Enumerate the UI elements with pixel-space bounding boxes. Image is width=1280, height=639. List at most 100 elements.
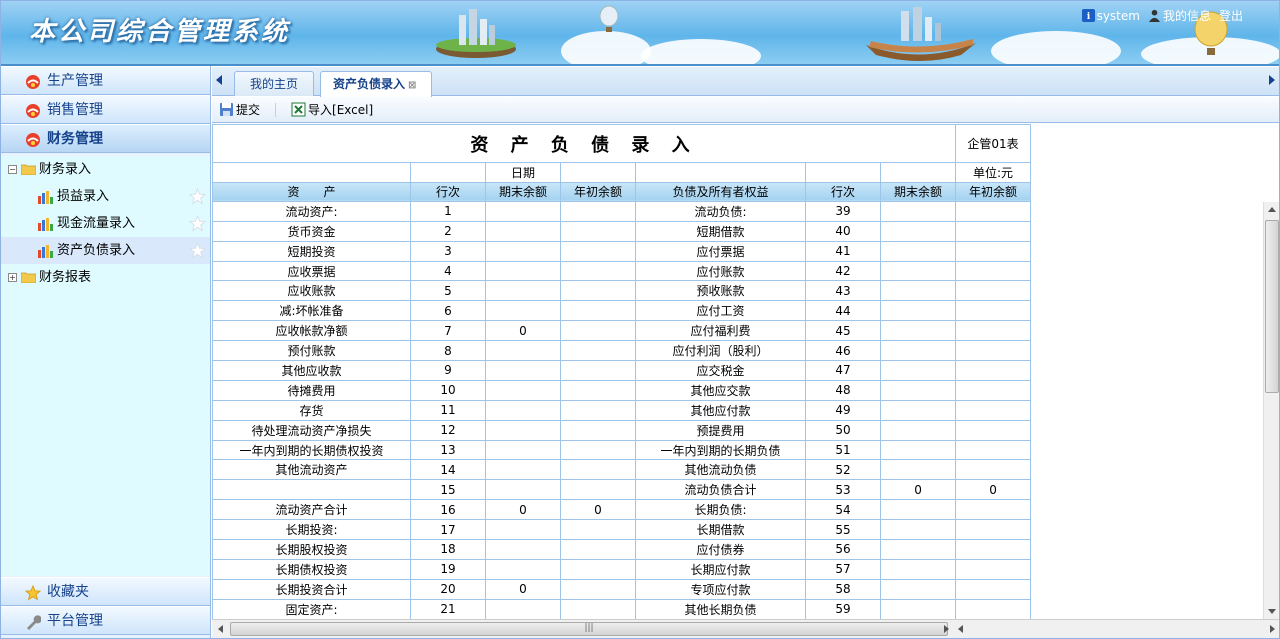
amount-input-cell[interactable] <box>879 280 957 302</box>
amount-input-cell[interactable] <box>955 399 1032 421</box>
my-info-link[interactable]: 我的信息 <box>1148 7 1211 24</box>
amount-input-cell[interactable] <box>879 558 957 580</box>
amount-input-cell[interactable]: 0 <box>560 499 636 521</box>
amount-input-cell[interactable] <box>560 220 636 242</box>
amount-input-cell[interactable] <box>879 200 957 222</box>
amount-input-cell[interactable] <box>485 459 561 481</box>
amount-input-cell[interactable] <box>560 479 636 501</box>
amount-input-cell[interactable] <box>955 300 1032 322</box>
amount-input-cell[interactable] <box>879 499 957 521</box>
sidebar-section-finance[interactable]: 财务管理 <box>1 124 210 153</box>
amount-input-cell[interactable] <box>485 360 561 381</box>
amount-input-cell[interactable]: 0 <box>485 499 561 521</box>
amount-input-cell[interactable] <box>955 240 1032 262</box>
amount-input-cell[interactable] <box>560 379 636 401</box>
amount-input-cell[interactable] <box>879 240 957 262</box>
tree-node-finance-entry[interactable]: − 财务录入 <box>1 156 210 183</box>
amount-input-cell[interactable] <box>485 240 561 262</box>
amount-input-cell[interactable] <box>560 578 636 600</box>
amount-input-cell[interactable] <box>955 539 1032 560</box>
amount-input-cell[interactable] <box>879 360 957 381</box>
tree-node-balance-sheet[interactable]: 资产负债录入 <box>1 237 210 264</box>
amount-input-cell[interactable]: 0 <box>955 479 1032 501</box>
amount-input-cell[interactable] <box>560 439 636 461</box>
amount-input-cell[interactable]: 0 <box>485 578 561 600</box>
amount-input-cell[interactable] <box>879 300 957 322</box>
import-excel-button[interactable]: 导入[Excel] <box>288 100 376 120</box>
amount-input-cell[interactable]: 0 <box>879 479 957 501</box>
amount-input-cell[interactable] <box>560 360 636 381</box>
sidebar-section-sales[interactable]: 销售管理 <box>1 95 210 124</box>
amount-input-cell[interactable] <box>955 598 1032 619</box>
amount-input-cell[interactable] <box>879 439 957 461</box>
amount-input-cell[interactable] <box>485 280 561 302</box>
amount-input-cell[interactable] <box>485 419 561 441</box>
amount-input-cell[interactable] <box>955 419 1032 441</box>
amount-input-cell[interactable] <box>879 260 957 282</box>
amount-input-cell[interactable] <box>485 260 561 282</box>
amount-input-cell[interactable] <box>485 558 561 580</box>
amount-input-cell[interactable] <box>879 340 957 362</box>
amount-input-cell[interactable] <box>879 598 957 619</box>
user-link[interactable]: i system <box>1081 8 1140 23</box>
amount-input-cell[interactable] <box>560 519 636 541</box>
amount-input-cell[interactable] <box>955 360 1032 381</box>
amount-input-cell[interactable]: 0 <box>485 320 561 342</box>
favorite-star-icon[interactable] <box>189 242 206 259</box>
amount-input-cell[interactable] <box>560 459 636 481</box>
amount-input-cell[interactable] <box>879 578 957 600</box>
horizontal-scroll-thumb[interactable]: ||| <box>230 622 948 636</box>
amount-input-cell[interactable] <box>955 519 1032 541</box>
amount-input-cell[interactable] <box>955 320 1032 342</box>
tab-home[interactable]: 我的主页 <box>234 71 314 96</box>
amount-input-cell[interactable] <box>955 379 1032 401</box>
amount-input-cell[interactable] <box>485 379 561 401</box>
favorite-star-icon[interactable] <box>189 215 206 232</box>
tree-node-finance-reports[interactable]: + 财务报表 <box>1 264 210 291</box>
vertical-scroll-thumb[interactable] <box>1265 220 1279 393</box>
amount-input-cell[interactable] <box>879 320 957 342</box>
amount-input-cell[interactable] <box>560 280 636 302</box>
amount-input-cell[interactable] <box>955 499 1032 521</box>
amount-input-cell[interactable] <box>485 340 561 362</box>
tree-node-profit-loss[interactable]: 损益录入 <box>1 183 210 210</box>
amount-input-cell[interactable] <box>955 439 1032 461</box>
favorite-star-icon[interactable] <box>189 188 206 205</box>
vertical-scrollbar[interactable] <box>1263 202 1279 619</box>
tab-balance-sheet[interactable]: 资产负债录入 ⊠ <box>320 71 432 97</box>
amount-input-cell[interactable] <box>485 539 561 560</box>
amount-input-cell[interactable] <box>560 320 636 342</box>
close-tab-icon[interactable]: ⊠ <box>408 80 416 91</box>
amount-input-cell[interactable] <box>955 459 1032 481</box>
logout-link[interactable]: 登出 <box>1219 7 1243 24</box>
amount-input-cell[interactable] <box>560 240 636 262</box>
scroll-right-icon[interactable] <box>1270 625 1275 633</box>
amount-input-cell[interactable] <box>485 220 561 242</box>
scroll-right-icon[interactable] <box>944 625 949 633</box>
amount-input-cell[interactable] <box>955 558 1032 580</box>
amount-input-cell[interactable] <box>955 260 1032 282</box>
amount-input-cell[interactable] <box>879 519 957 541</box>
sidebar-section-favorites[interactable]: 收藏夹 <box>1 577 210 606</box>
scroll-left-icon[interactable] <box>958 625 963 633</box>
amount-input-cell[interactable] <box>485 399 561 421</box>
amount-input-cell[interactable] <box>955 578 1032 600</box>
collapse-toggle-icon[interactable]: − <box>8 165 17 174</box>
submit-button[interactable]: 提交 <box>216 100 263 120</box>
tab-scroll-left-icon[interactable] <box>216 75 222 85</box>
scroll-left-icon[interactable] <box>218 625 223 633</box>
amount-input-cell[interactable] <box>879 459 957 481</box>
amount-input-cell[interactable] <box>955 200 1032 222</box>
expand-toggle-icon[interactable]: + <box>8 273 17 282</box>
amount-input-cell[interactable] <box>560 399 636 421</box>
amount-input-cell[interactable] <box>955 220 1032 242</box>
amount-input-cell[interactable] <box>560 539 636 560</box>
amount-input-cell[interactable] <box>485 439 561 461</box>
date-input[interactable] <box>560 162 636 183</box>
amount-input-cell[interactable] <box>955 280 1032 302</box>
amount-input-cell[interactable] <box>879 379 957 401</box>
scroll-down-icon[interactable] <box>1268 609 1276 614</box>
amount-input-cell[interactable] <box>955 340 1032 362</box>
amount-input-cell[interactable] <box>560 558 636 580</box>
amount-input-cell[interactable] <box>485 479 561 501</box>
